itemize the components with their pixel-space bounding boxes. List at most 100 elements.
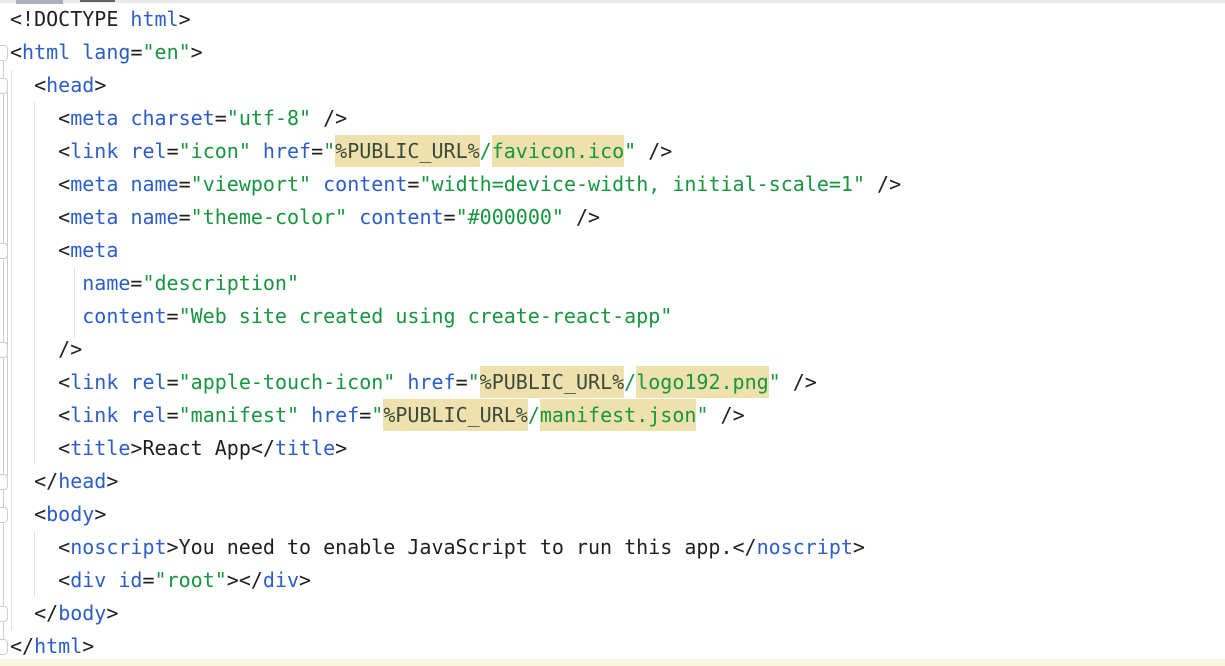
code-token-pun: < xyxy=(34,502,46,526)
code-token-attr: charset xyxy=(130,106,214,130)
code-token-text xyxy=(10,601,34,625)
code-token-text xyxy=(10,535,58,559)
code-line-3[interactable]: <head> xyxy=(0,69,1225,102)
code-token-text xyxy=(10,73,34,97)
code-line-7[interactable]: <meta name="theme-color" content="#00000… xyxy=(0,201,1225,234)
code-token-pun: > xyxy=(94,502,106,526)
code-token-tag: link xyxy=(70,370,118,394)
code-token-pun: > xyxy=(130,436,142,460)
code-token-str: "root" xyxy=(155,568,227,592)
code-token-pun: = xyxy=(167,304,179,328)
code-token-str: "#000000" xyxy=(456,205,564,229)
code-token-tag: meta xyxy=(70,205,118,229)
code-token-pun: = xyxy=(444,205,456,229)
code-token-text: React App xyxy=(142,436,250,460)
code-token-text xyxy=(106,568,118,592)
code-line-11[interactable]: /> xyxy=(0,333,1225,366)
code-token-text xyxy=(347,205,359,229)
code-token-tag: body xyxy=(46,502,94,526)
code-token-pun: > xyxy=(179,7,191,31)
code-line-1[interactable]: <!DOCTYPE html> xyxy=(0,3,1225,36)
top-edge-dark-segment xyxy=(80,0,115,2)
code-token-pun: = xyxy=(130,40,142,64)
code-token-text xyxy=(70,40,82,64)
code-token-tag: div xyxy=(263,568,299,592)
code-token-pun: < xyxy=(58,403,70,427)
code-token-text xyxy=(10,436,58,460)
code-line-4[interactable]: <meta charset="utf-8" /> xyxy=(0,102,1225,135)
code-token-text xyxy=(10,238,58,262)
code-token-text xyxy=(10,139,58,163)
code-token-str: "width=device-width, initial-scale=1" xyxy=(419,172,865,196)
code-token-pun: > xyxy=(94,73,106,97)
code-line-5[interactable]: <link rel="icon" href="%PUBLIC_URL%/favi… xyxy=(0,135,1225,168)
code-token-pun: = xyxy=(179,205,191,229)
code-token-pun: = xyxy=(167,139,179,163)
code-token-pun: > xyxy=(299,568,311,592)
code-line-17[interactable]: <noscript>You need to enable JavaScript … xyxy=(0,531,1225,564)
code-line-9[interactable]: name="description" xyxy=(0,267,1225,300)
code-token-pun: > xyxy=(227,568,239,592)
code-token-str: " xyxy=(696,403,708,427)
code-token-tag: link xyxy=(70,139,118,163)
code-line-13[interactable]: <link rel="manifest" href="%PUBLIC_URL%/… xyxy=(0,399,1225,432)
code-token-text xyxy=(299,403,311,427)
code-token-attr: content xyxy=(323,172,407,196)
code-token-tag: title xyxy=(275,436,335,460)
code-token-text xyxy=(118,403,130,427)
code-token-pun: < xyxy=(58,436,70,460)
code-token-pun: < xyxy=(58,238,70,262)
code-token-pun: = xyxy=(407,172,419,196)
code-token-pun: = xyxy=(359,403,371,427)
code-token-text xyxy=(10,568,58,592)
code-token-pun: = xyxy=(215,106,227,130)
code-token-attr: lang xyxy=(82,40,130,64)
code-token-tag: meta xyxy=(70,238,118,262)
code-token-pun: = xyxy=(456,370,468,394)
code-token-pun: </ xyxy=(239,568,263,592)
code-token-pun: /> xyxy=(781,370,817,394)
code-line-10[interactable]: content="Web site created using create-r… xyxy=(0,300,1225,333)
code-token-attr: href xyxy=(311,403,359,427)
code-token-pun: = xyxy=(167,370,179,394)
code-token-attr: content xyxy=(359,205,443,229)
code-line-2[interactable]: <html lang="en"> xyxy=(0,36,1225,69)
code-token-attr: name xyxy=(130,205,178,229)
code-token-str: " xyxy=(624,139,636,163)
code-token-tag: div xyxy=(70,568,106,592)
code-line-14[interactable]: <title>React App</title> xyxy=(0,432,1225,465)
code-content[interactable]: <!DOCTYPE html><html lang="en"> <head> <… xyxy=(0,3,1225,663)
code-token-pun: < xyxy=(58,172,70,196)
code-line-6[interactable]: <meta name="viewport" content="width=dev… xyxy=(0,168,1225,201)
code-token-pun: > xyxy=(106,601,118,625)
code-line-12[interactable]: <link rel="apple-touch-icon" href="%PUBL… xyxy=(0,366,1225,399)
code-token-tag: body xyxy=(58,601,106,625)
code-token-var: %PUBLIC_URL% xyxy=(383,399,528,431)
code-token-tag: meta xyxy=(70,106,118,130)
code-line-15[interactable]: </head> xyxy=(0,465,1225,498)
code-token-str: "Web site created using create-react-app… xyxy=(179,304,673,328)
code-token-pun: </ xyxy=(34,469,58,493)
code-token-text xyxy=(10,271,82,295)
code-token-attr: name xyxy=(82,271,130,295)
code-token-pun: /> xyxy=(311,106,347,130)
code-token-pun: < xyxy=(58,535,70,559)
code-token-text xyxy=(118,139,130,163)
code-line-18[interactable]: <div id="root"></div> xyxy=(0,564,1225,597)
code-token-pun: < xyxy=(58,106,70,130)
code-line-16[interactable]: <body> xyxy=(0,498,1225,531)
code-token-pun: > xyxy=(82,634,94,658)
code-line-19[interactable]: </body> xyxy=(0,597,1225,630)
code-token-pun: > xyxy=(191,40,203,64)
code-token-tag: meta xyxy=(70,172,118,196)
code-token-file: favicon.ico xyxy=(492,135,624,167)
code-token-str: "icon" xyxy=(179,139,251,163)
code-token-str: "en" xyxy=(142,40,190,64)
bottom-highlight-strip xyxy=(0,659,1225,666)
code-editor[interactable]: <!DOCTYPE html><html lang="en"> <head> <… xyxy=(0,0,1225,666)
code-token-pun: > xyxy=(106,469,118,493)
code-token-str: "apple-touch-icon" xyxy=(179,370,396,394)
code-token-str: "theme-color" xyxy=(191,205,348,229)
code-line-8[interactable]: <meta xyxy=(0,234,1225,267)
code-token-attr: rel xyxy=(130,370,166,394)
